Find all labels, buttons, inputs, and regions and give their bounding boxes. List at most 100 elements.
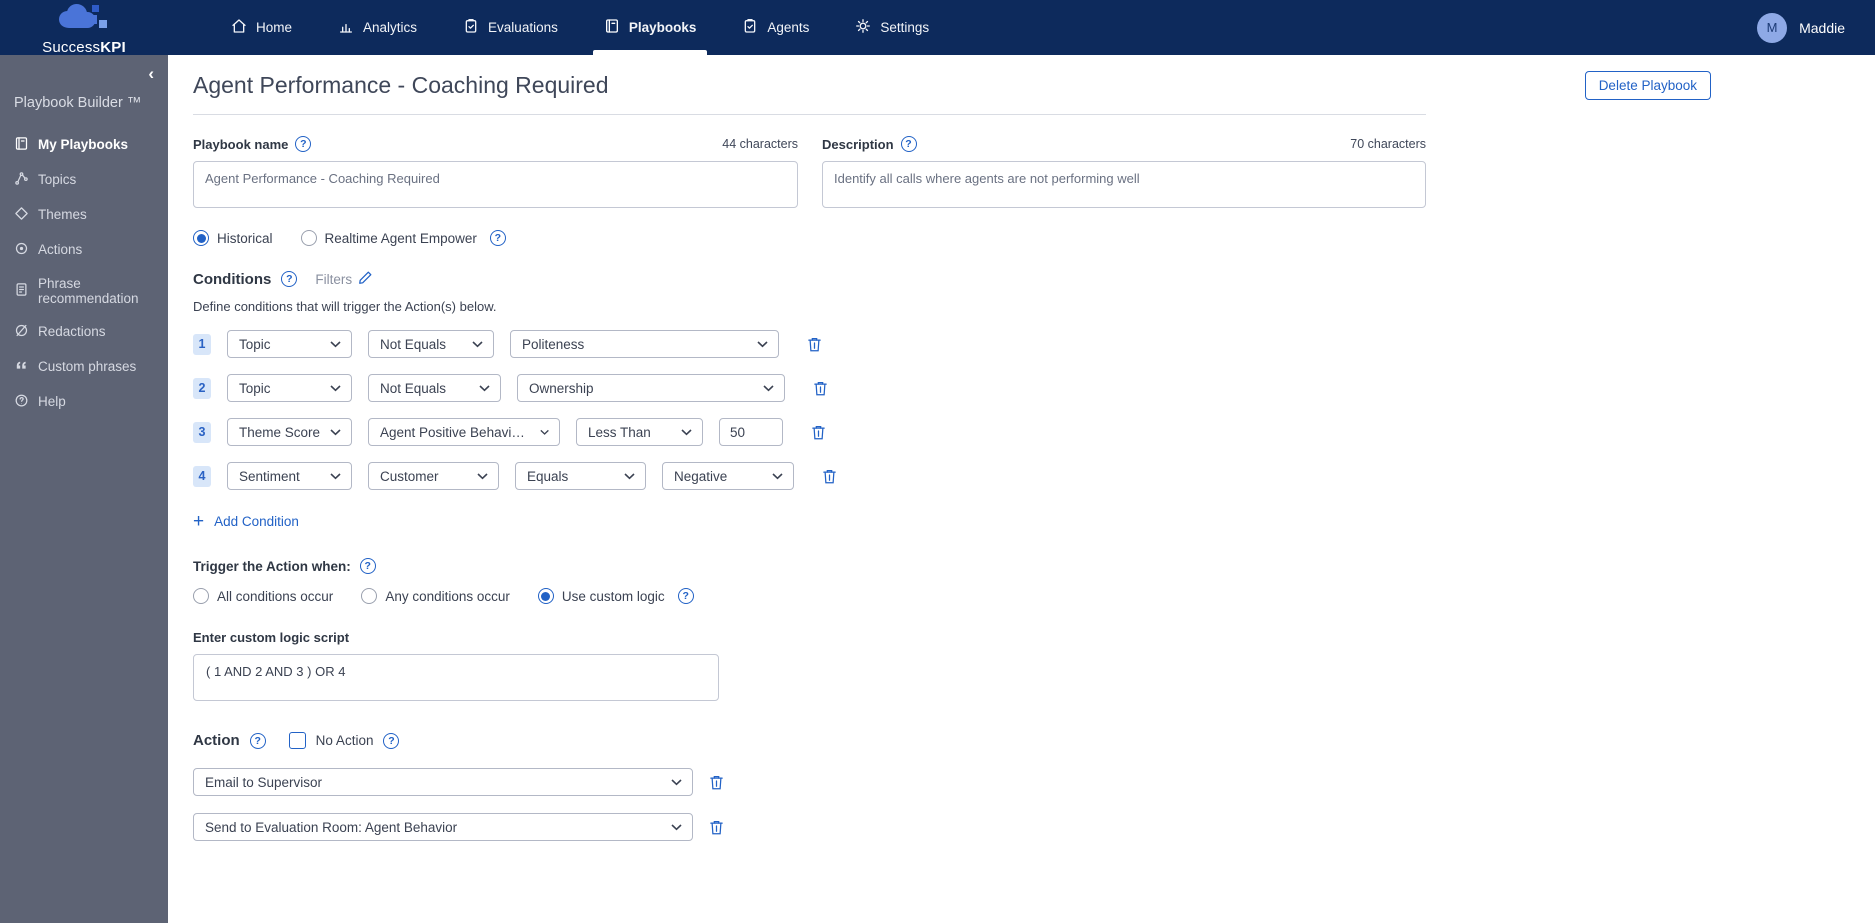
bar-chart-icon — [338, 18, 354, 37]
sidebar-item-actions[interactable]: Actions — [0, 232, 168, 267]
chevron-down-icon — [772, 472, 783, 479]
radio-historical[interactable]: Historical — [193, 230, 273, 246]
filters-link[interactable]: Filters — [315, 270, 373, 288]
condition-3-theme-select[interactable]: Agent Positive Behavior The... — [368, 418, 560, 446]
condition-1-value-select[interactable]: Politeness — [510, 330, 779, 358]
nav-label: Playbooks — [628, 20, 697, 35]
playbook-icon — [604, 18, 620, 37]
help-icon[interactable]: ? — [900, 136, 917, 152]
select-value: Topic — [239, 380, 271, 396]
delete-playbook-button[interactable]: Delete Playbook — [1584, 71, 1711, 100]
chevron-down-icon — [757, 340, 768, 347]
help-circle-icon — [14, 393, 29, 411]
brand-logo[interactable]: SuccessKPI — [0, 0, 168, 56]
radio-button[interactable] — [193, 588, 209, 604]
select-value: Customer — [380, 468, 439, 484]
condition-3-operator-select[interactable]: Less Than — [576, 418, 703, 446]
condition-3-type-select[interactable]: Theme Score — [227, 418, 352, 446]
chevron-down-icon — [472, 340, 483, 347]
select-value: Email to Supervisor — [205, 774, 323, 790]
radio-realtime-agent-empower[interactable]: Realtime Agent Empower ? — [300, 230, 506, 246]
nav-item-playbooks[interactable]: Playbooks — [581, 0, 720, 55]
nav-item-agents[interactable]: Agents — [719, 0, 832, 55]
user-menu[interactable]: M Maddie — [1757, 12, 1845, 43]
brand-name: SuccessKPI — [42, 39, 126, 56]
nav-item-analytics[interactable]: Analytics — [315, 0, 440, 55]
delete-action-button[interactable] — [709, 774, 724, 791]
help-icon[interactable]: ? — [677, 588, 694, 604]
no-action-checkbox[interactable] — [288, 732, 306, 749]
radio-label: Any conditions occur — [385, 588, 510, 604]
radio-button[interactable] — [361, 588, 378, 604]
conditions-title: Conditions — [193, 270, 272, 288]
chevron-down-icon — [681, 428, 692, 435]
radio-all-conditions[interactable]: All conditions occur — [193, 588, 333, 604]
main-content: Agent Performance - Coaching Required De… — [168, 55, 1875, 923]
select-value: Politeness — [522, 336, 585, 352]
delete-condition-button[interactable] — [822, 468, 837, 485]
nav-label: Agents — [767, 20, 810, 35]
condition-4-value-select[interactable]: Negative — [662, 462, 794, 490]
sidebar-item-custom-phrases[interactable]: Custom phrases — [0, 349, 168, 384]
radio-button[interactable] — [193, 230, 209, 246]
radio-button[interactable] — [300, 230, 317, 246]
condition-number-badge: 3 — [193, 421, 211, 443]
radio-label: Realtime Agent Empower — [324, 230, 477, 246]
playbook-name-input[interactable]: Agent Performance - Coaching Required — [193, 161, 798, 208]
custom-logic-label: Enter custom logic script — [193, 630, 350, 645]
condition-1-operator-select[interactable]: Not Equals — [368, 330, 494, 358]
sidebar-item-redactions[interactable]: Redactions — [0, 314, 168, 349]
condition-2-operator-select[interactable]: Not Equals — [368, 374, 501, 402]
help-icon[interactable]: ? — [359, 558, 376, 574]
add-condition-button[interactable]: + Add Condition — [193, 512, 299, 531]
condition-2-value-select[interactable]: Ownership — [517, 374, 785, 402]
help-icon[interactable]: ? — [295, 136, 312, 152]
delete-condition-button[interactable] — [807, 336, 822, 353]
collapse-sidebar-icon[interactable]: ‹ — [148, 65, 154, 82]
sidebar-item-my-playbooks[interactable]: My Playbooks — [0, 127, 168, 162]
trigger-label: Trigger the Action when: — [193, 558, 351, 574]
condition-3-value-input[interactable] — [719, 418, 783, 446]
sidebar-item-topics[interactable]: Topics — [0, 162, 168, 197]
delete-condition-button[interactable] — [811, 424, 826, 441]
help-icon[interactable]: ? — [281, 271, 298, 287]
condition-4-type-select[interactable]: Sentiment — [227, 462, 352, 490]
sidebar-item-phrase-recommendation[interactable]: Phrase recommendation — [0, 267, 168, 314]
nav-item-evaluations[interactable]: Evaluations — [440, 0, 581, 55]
radio-button[interactable] — [537, 588, 554, 604]
chevron-down-icon — [671, 823, 682, 830]
description-input[interactable]: Identify all calls where agents are not … — [822, 161, 1426, 208]
add-condition-label: Add Condition — [214, 514, 299, 529]
condition-4-operator-select[interactable]: Equals — [515, 462, 646, 490]
sidebar-item-label: Redactions — [38, 324, 106, 339]
clipboard-check-icon — [742, 18, 758, 37]
conditions-subtitle: Define conditions that will trigger the … — [193, 299, 497, 314]
page-title: Agent Performance - Coaching Required — [193, 72, 609, 98]
help-icon[interactable]: ? — [383, 732, 400, 749]
nav-item-home[interactable]: Home — [208, 0, 315, 55]
help-icon[interactable]: ? — [489, 230, 506, 246]
sidebar-item-help[interactable]: Help — [0, 384, 168, 419]
condition-1-type-select[interactable]: Topic — [227, 330, 352, 358]
action-1-select[interactable]: Email to Supervisor — [193, 768, 693, 796]
radio-use-custom-logic[interactable]: Use custom logic ? — [537, 588, 694, 604]
condition-2-type-select[interactable]: Topic — [227, 374, 352, 402]
action-2-select[interactable]: Send to Evaluation Room: Agent Behavior — [193, 813, 693, 841]
custom-logic-input[interactable]: ( 1 AND 2 AND 3 ) OR 4 — [193, 654, 719, 701]
action-title: Action — [193, 732, 240, 749]
sidebar-item-themes[interactable]: Themes — [0, 197, 168, 232]
avatar[interactable]: M — [1757, 12, 1788, 43]
condition-row-2: 2 Topic Not Equals Ownership — [193, 374, 1851, 402]
quotes-icon — [14, 358, 29, 376]
sidebar-item-label: Help — [38, 394, 66, 409]
delete-action-button[interactable] — [709, 819, 724, 836]
no-action-label: No Action — [315, 733, 374, 748]
condition-4-speaker-select[interactable]: Customer — [368, 462, 499, 490]
select-value: Not Equals — [380, 336, 447, 352]
description-label: Description — [822, 136, 894, 152]
delete-condition-button[interactable] — [813, 380, 828, 397]
nav-item-settings[interactable]: Settings — [832, 0, 952, 55]
help-icon[interactable]: ? — [249, 732, 266, 749]
radio-any-conditions[interactable]: Any conditions occur — [361, 588, 510, 604]
condition-row-1: 1 Topic Not Equals Politeness — [193, 330, 1851, 358]
